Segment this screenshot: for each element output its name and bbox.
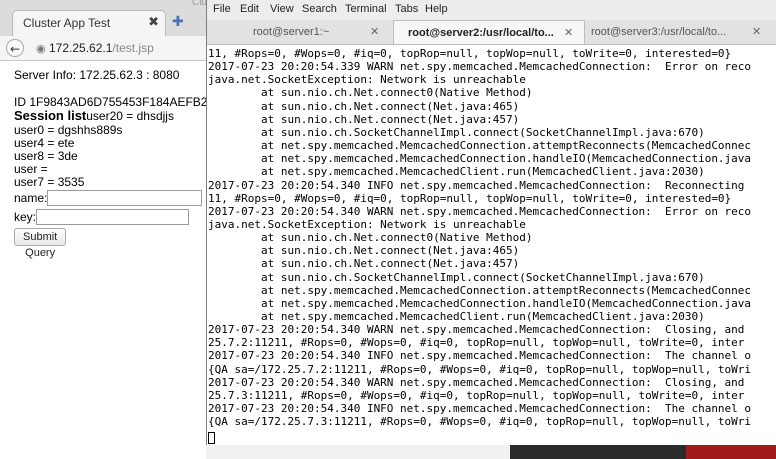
terminal-line: at net.spy.memcached.MemcachedConnection… (208, 296, 752, 310)
url-text[interactable]: 172.25.62.1/test.jsp (49, 41, 154, 55)
terminal-line: {QA sa=/172.25.7.2:11211, #Rops=0, #Wops… (208, 362, 752, 376)
terminal-line: at net.spy.memcached.MemcachedClient.run… (208, 165, 705, 179)
menu-search[interactable]: Search (302, 3, 337, 15)
globe-icon: ◉ (36, 42, 46, 55)
terminal-line: java.net.SocketException: Network is unr… (208, 217, 526, 231)
server-info: Server Info: 172.25.62.3 : 8080 (14, 68, 180, 82)
terminal-line: at sun.nio.ch.Net.connect(Net.java:465) (208, 244, 520, 258)
terminal-line: 11, #Rops=0, #Wops=0, #iq=0, topRop=null… (208, 191, 732, 205)
menu-terminal[interactable]: Terminal (345, 3, 387, 15)
terminal-line: java.net.SocketException: Network is unr… (208, 73, 526, 87)
name-row: name: (14, 190, 202, 206)
terminal-tab-server2[interactable]: root@server2:/usr/local/to... ✕ (393, 20, 585, 44)
terminal-line: at sun.nio.ch.Net.connect(Net.java:465) (208, 99, 520, 113)
back-arrow-icon[interactable]: ← (6, 39, 24, 57)
close-tab-icon[interactable]: ✖ (148, 14, 159, 30)
close-icon[interactable]: ✕ (564, 26, 573, 39)
wallpaper-accent (686, 445, 776, 459)
browser-tab-strip: Clust Cluster App Test ✖ ✚ (0, 0, 206, 36)
terminal-window: File Edit View Search Terminal Tabs Help… (206, 0, 776, 445)
terminal-tab-title: root@server2:/usr/local/to... (408, 27, 554, 39)
key-row: key: (14, 209, 189, 225)
browser-window: Clust Cluster App Test ✖ ✚ ← ◉ 172.25.62… (0, 0, 206, 459)
session-entry: user7 = 3535 (14, 175, 85, 189)
terminal-line: at sun.nio.ch.Net.connect0(Native Method… (208, 86, 533, 100)
terminal-line: at net.spy.memcached.MemcachedConnection… (208, 139, 752, 153)
terminal-line: at sun.nio.ch.Net.connect(Net.java:457) (208, 112, 520, 126)
session-id: ID 1F9843AD6D755453F184AEFB2B8D (14, 95, 206, 109)
menu-file[interactable]: File (213, 3, 231, 15)
session-entry: user0 = dgshhs889s (14, 123, 123, 137)
terminal-line: at sun.nio.ch.Net.connect0(Native Method… (208, 231, 533, 245)
menu-help[interactable]: Help (425, 3, 448, 15)
terminal-line: 25.7.2:11211, #Rops=0, #Wops=0, #iq=0, t… (208, 336, 745, 350)
browser-tab-title: Cluster App Test (23, 16, 111, 30)
terminal-line: 25.7.3:11211, #Rops=0, #Wops=0, #iq=0, t… (208, 388, 745, 402)
menu-edit[interactable]: Edit (240, 3, 259, 15)
terminal-line: 11, #Rops=0, #Wops=0, #iq=0, topRop=null… (208, 47, 732, 60)
terminal-line: 2017-07-23 20:20:54.340 WARN net.spy.mem… (208, 204, 752, 218)
terminal-tab-bar: root@server1:~ ✕ root@server2:/usr/local… (207, 20, 776, 45)
terminal-line: at net.spy.memcached.MemcachedConnection… (208, 152, 752, 166)
close-icon[interactable]: ✕ (752, 25, 761, 38)
terminal-line: 2017-07-23 20:20:54.340 INFO net.spy.mem… (208, 349, 752, 363)
terminal-line: 2017-07-23 20:20:54.340 WARN net.spy.mem… (208, 323, 745, 337)
terminal-tab-title: root@server1:~ (253, 26, 330, 38)
terminal-line: at sun.nio.ch.Net.connect(Net.java:457) (208, 257, 520, 271)
new-tab-icon[interactable]: ✚ (172, 14, 184, 30)
session-list-label: Session list (14, 108, 87, 123)
menu-view[interactable]: View (270, 3, 294, 15)
name-input[interactable] (47, 190, 202, 206)
terminal-line: 2017-07-23 20:20:54.340 INFO net.spy.mem… (208, 402, 752, 416)
desktop-wallpaper (510, 445, 776, 459)
terminal-tab-server1[interactable]: root@server1:~ ✕ (207, 20, 393, 44)
key-label: key: (14, 210, 37, 224)
terminal-line: at sun.nio.ch.SocketChannelImpl.connect(… (208, 270, 705, 284)
terminal-line: 2017-07-23 20:20:54.340 INFO net.spy.mem… (208, 178, 745, 192)
key-input[interactable] (36, 209, 189, 225)
terminal-line: at net.spy.memcached.MemcachedConnection… (208, 283, 752, 297)
session-entry: user = (14, 162, 48, 176)
terminal-line: at sun.nio.ch.SocketChannelImpl.connect(… (208, 125, 705, 139)
background-tab-fragment[interactable]: Clust (192, 0, 206, 8)
terminal-tab-title: root@server3:/usr/local/to... (591, 26, 727, 38)
terminal-menu-bar: File Edit View Search Terminal Tabs Help (207, 0, 776, 20)
terminal-tab-server3[interactable]: root@server3:/usr/local/to... ✕ (585, 20, 776, 44)
url-host: 172.25.62.1 (49, 41, 113, 55)
menu-tabs[interactable]: Tabs (395, 3, 418, 15)
browser-tab-cluster-app-test[interactable]: Cluster App Test ✖ (12, 10, 166, 36)
terminal-cursor (208, 432, 215, 444)
terminal-output[interactable]: 11, #Rops=0, #Wops=0, #iq=0, topRop=null… (207, 45, 776, 445)
desktop-background (206, 445, 510, 459)
terminal-line: 2017-07-23 20:20:54.340 WARN net.spy.mem… (208, 375, 745, 389)
session-list-heading: Session listuser20 = dhsdjjs (14, 108, 174, 123)
terminal-line: {QA sa=/172.25.7.3:11211, #Rops=0, #Wops… (208, 415, 752, 429)
session-entry: user4 = ete (14, 136, 75, 150)
terminal-line: 2017-07-23 20:20:54.339 WARN net.spy.mem… (208, 60, 752, 74)
terminal-line: at net.spy.memcached.MemcachedClient.run… (208, 310, 705, 323)
close-icon[interactable]: ✕ (370, 25, 379, 38)
session-entry: user20 = dhsdjjs (86, 109, 174, 123)
url-path: /test.jsp (112, 41, 154, 55)
submit-query-button[interactable]: Submit Query (14, 228, 67, 259)
name-label: name: (14, 191, 48, 205)
session-entry: user8 = 3de (14, 149, 78, 163)
address-bar[interactable]: ← ◉ 172.25.62.1/test.jsp (0, 36, 206, 61)
